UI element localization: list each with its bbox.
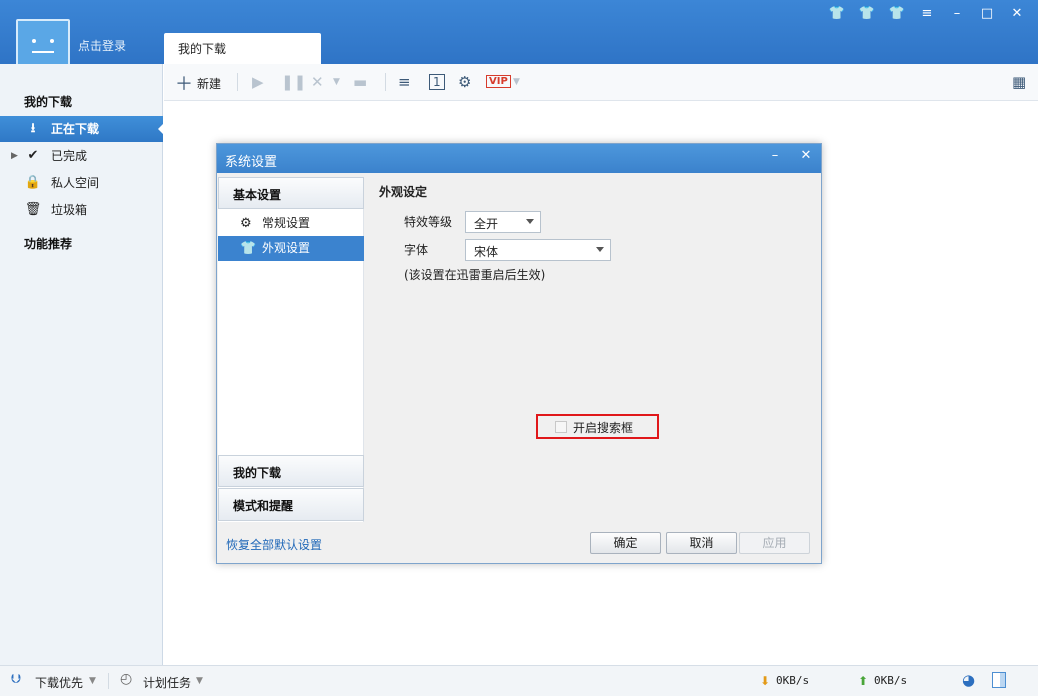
sidebar-item-label: 垃圾箱: [51, 203, 88, 217]
restart-note: (该设置在迅雷重启后生效): [404, 268, 546, 282]
shirt-icon[interactable]: 👕: [884, 6, 910, 22]
nav-label: 外观设置: [262, 241, 311, 255]
restore-defaults-link[interactable]: 恢复全部默认设置: [226, 536, 322, 553]
lock-icon: 🔒: [24, 175, 42, 190]
folder-icon[interactable]: ▬: [353, 73, 367, 91]
group-mode-reminder[interactable]: 模式和提醒: [218, 488, 364, 521]
sidebar-heading-recommend[interactable]: 功能推荐: [24, 235, 72, 252]
maximize-icon[interactable]: □: [974, 6, 1000, 22]
ok-button[interactable]: 确定: [590, 532, 661, 554]
sidebar-item-downloading[interactable]: ⭳ 正在下载: [0, 116, 164, 142]
toolbar-divider: [237, 73, 238, 91]
tab-my-downloads[interactable]: 我的下载: [164, 33, 321, 64]
minimize-icon[interactable]: –: [944, 6, 970, 22]
shirt-icon[interactable]: 👕: [824, 6, 850, 22]
effect-level-value: 全开: [474, 217, 499, 231]
cancel-button[interactable]: 取消: [666, 532, 737, 554]
font-label: 字体: [404, 243, 429, 257]
number-icon[interactable]: 1: [429, 74, 445, 90]
play-icon[interactable]: ▶: [252, 73, 264, 91]
shirt-icon: 👕: [240, 241, 257, 256]
effect-level-label: 特效等级: [404, 215, 453, 229]
new-task-button[interactable]: 新建: [197, 75, 221, 92]
settings-nav: 基本设置 ⚙ 常规设置 👕 外观设置 我的下载 模式和提醒: [218, 177, 364, 522]
minimize-icon[interactable]: –: [766, 148, 784, 163]
clock-icon[interactable]: ◴: [120, 671, 132, 687]
plus-icon[interactable]: ＋: [175, 70, 193, 96]
font-select[interactable]: 宋体: [465, 239, 611, 261]
sidebar-item-label: 已完成: [51, 149, 88, 163]
schedule-dropdown[interactable]: 计划任务: [143, 674, 191, 691]
download-speed-icon: ⬇: [760, 674, 771, 688]
chevron-down-icon: [596, 247, 604, 256]
pause-icon[interactable]: ❚❚: [281, 73, 306, 91]
download-icon: ⭳: [30, 121, 36, 136]
settings-panel: 外观设定 特效等级 全开 字体 宋体 (该设置在迅雷重启后生效) 开启搜索框: [365, 177, 821, 522]
trash-icon: 🗑: [24, 202, 42, 217]
expand-caret-icon[interactable]: ▶: [11, 143, 18, 169]
avatar-mouth: [32, 51, 54, 53]
avatar-eye: [50, 39, 54, 43]
window-controls: 👕 👕 👕 ≡ – □ ✕: [824, 6, 1030, 22]
priority-icon[interactable]: ⮋: [11, 672, 21, 687]
group-my-downloads[interactable]: 我的下载: [218, 455, 364, 487]
grid-icon[interactable]: ▦: [1012, 73, 1026, 91]
nav-appearance-settings[interactable]: 👕 外观设置: [218, 236, 364, 261]
sort-icon[interactable]: ≡: [398, 73, 411, 91]
settings-dialog: 系统设置 – ✕ 基本设置 ⚙ 常规设置 👕 外观设置 我的下载 模式和提醒 外…: [216, 143, 822, 564]
search-box-checkbox[interactable]: [555, 421, 567, 433]
nav-label: 常规设置: [262, 216, 311, 230]
dialog-footer: 恢复全部默认设置 确定 取消 应用: [217, 524, 821, 563]
nav-general-settings[interactable]: ⚙ 常规设置: [218, 211, 364, 236]
sidebar-heading-downloads: 我的下载: [24, 95, 73, 109]
font-value: 宋体: [474, 245, 499, 259]
toolbar-divider: [385, 73, 386, 91]
sidebar: 我的下载 ⭳ 正在下载 ▶ ✔ 已完成 🔒 私人空间 🗑 垃圾箱 功能推荐: [0, 64, 164, 665]
vip-icon[interactable]: VIP: [486, 75, 511, 88]
chevron-down-icon[interactable]: ▼: [196, 676, 203, 686]
chevron-down-icon: [526, 219, 534, 228]
login-link[interactable]: 点击登录: [78, 37, 126, 54]
check-icon: ✔: [27, 148, 39, 163]
priority-dropdown[interactable]: 下载优先: [35, 674, 83, 691]
sidebar-item-private-space[interactable]: 🔒 私人空间: [0, 170, 163, 196]
sidebar-item-trash[interactable]: 🗑 垃圾箱: [0, 197, 163, 223]
avatar-eye: [32, 39, 36, 43]
delete-icon[interactable]: ✕: [311, 73, 324, 91]
section-title: 外观设定: [379, 185, 428, 199]
refresh-icon[interactable]: ◕: [962, 671, 975, 689]
chevron-down-icon[interactable]: ▼: [89, 676, 96, 686]
shirt-icon[interactable]: 👕: [854, 6, 880, 22]
sidebar-item-label: 正在下载: [51, 122, 100, 136]
chevron-down-icon[interactable]: ▼: [513, 77, 520, 87]
close-icon[interactable]: ✕: [1004, 6, 1030, 22]
group-basic-settings[interactable]: 基本设置: [218, 177, 364, 209]
gear-icon: ⚙: [240, 216, 252, 231]
apply-button[interactable]: 应用: [739, 532, 810, 554]
close-icon[interactable]: ✕: [797, 148, 815, 163]
status-bar: ⮋ 下载优先 ▼ ◴ 计划任务 ▼ ⬇ 0KB/s ⬆ 0KB/s ◕: [0, 665, 1038, 696]
title-bar: 点击登录 我的下载 👕 👕 👕 ≡ – □ ✕: [0, 0, 1038, 73]
checkbox-label[interactable]: 开启搜索框: [573, 419, 633, 436]
status-divider: [108, 673, 109, 689]
chevron-down-icon[interactable]: ▼: [333, 77, 340, 87]
effect-level-select[interactable]: 全开: [465, 211, 541, 233]
panel-toggle-icon[interactable]: [992, 672, 1006, 688]
upload-speed-icon: ⬆: [858, 674, 869, 688]
menu-icon[interactable]: ≡: [914, 6, 940, 22]
gear-icon[interactable]: ⚙: [458, 73, 471, 91]
sidebar-item-label: 私人空间: [51, 176, 100, 190]
search-box-option: 开启搜索框: [536, 414, 659, 439]
toolbar: ＋ 新建 ▶ ❚❚ ✕ ▼ ▬ ≡ 1 ⚙ VIP ▼ ▦: [164, 64, 1038, 101]
upload-speed: 0KB/s: [874, 674, 908, 687]
sidebar-item-completed[interactable]: ▶ ✔ 已完成: [0, 143, 163, 169]
dialog-title: 系统设置: [217, 144, 821, 173]
download-speed: 0KB/s: [776, 674, 810, 687]
